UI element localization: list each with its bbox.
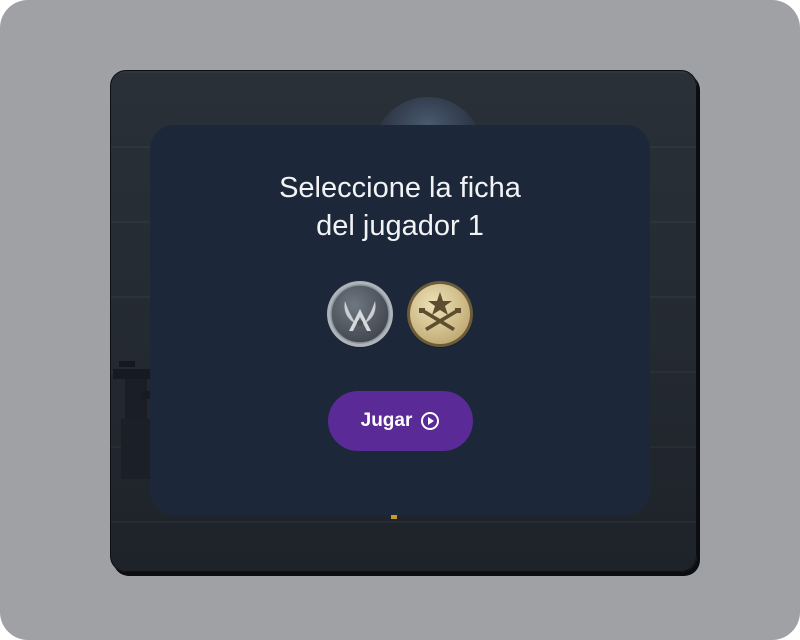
counter-terrorist-token[interactable]: [325, 279, 395, 349]
play-button-label: Jugar: [360, 410, 413, 431]
dialog-title-line-1: Seleccione la ficha: [279, 172, 521, 204]
player-token-dialog: Seleccione la ficha del jugador 1 Jugar: [150, 125, 650, 515]
terrorist-token[interactable]: [405, 279, 475, 349]
dialog-title: Seleccione la ficha del jugador 1: [230, 169, 570, 245]
dialog-title-line-2: del jugador 1: [316, 210, 484, 242]
play-circle-icon: [421, 412, 440, 430]
counter-terrorist-emblem-icon: [327, 281, 393, 348]
play-button[interactable]: Jugar: [328, 391, 473, 451]
page: Seleccione la ficha del jugador 1 Jugar: [0, 0, 800, 640]
terrorist-emblem-icon: [407, 281, 473, 348]
token-options: [150, 279, 650, 349]
